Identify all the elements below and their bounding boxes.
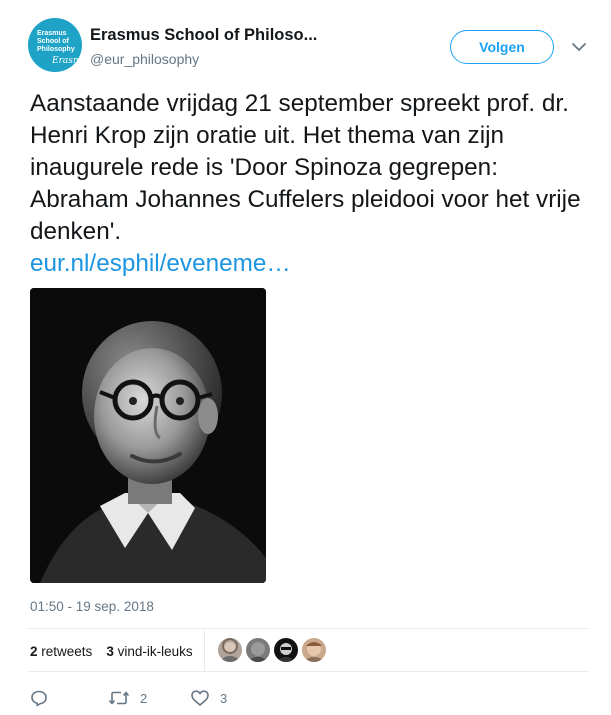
reply-icon: [31, 690, 47, 707]
retweets-label: retweets: [41, 644, 93, 659]
retweet-count: 2: [140, 690, 148, 706]
display-name[interactable]: Erasmus School of Philoso...: [90, 26, 317, 45]
likes-label: vind-ik-leuks: [117, 644, 193, 659]
tweet-stats: 2 retweets 3 vind-ik-leuks: [30, 644, 193, 659]
avatar-signature-logo: Erasmus: [52, 56, 82, 66]
avatar-text-line: School of: [37, 38, 69, 45]
retweet-button[interactable]: 2: [108, 689, 147, 707]
avatar-text-line: Philosophy: [37, 46, 75, 53]
retweets-stat[interactable]: 2 retweets: [30, 644, 92, 659]
liker-avatar[interactable]: [218, 638, 242, 662]
heart-icon: [191, 690, 209, 706]
follow-button[interactable]: Volgen: [450, 30, 554, 64]
like-button[interactable]: 3: [190, 689, 227, 707]
liker-avatar[interactable]: [246, 638, 270, 662]
tweet-body: Aanstaande vrijdag 21 september spreekt …: [30, 90, 581, 245]
divider: [28, 671, 589, 672]
tweet-link[interactable]: eur.nl/esphil/eveneme…: [30, 248, 291, 280]
stats-separator: [204, 629, 205, 671]
account-handle[interactable]: @eur_philosophy: [90, 51, 199, 67]
account-avatar[interactable]: Erasmus School of Philosophy Erasmus: [28, 18, 82, 72]
retweet-icon: [108, 691, 130, 705]
tweet-text: Aanstaande vrijdag 21 september spreekt …: [30, 88, 590, 280]
liker-avatar[interactable]: [302, 638, 326, 662]
like-count: 3: [220, 690, 228, 706]
chevron-down-icon[interactable]: [570, 38, 588, 56]
avatar-text-line: Erasmus: [37, 30, 67, 37]
likes-stat[interactable]: 3 vind-ik-leuks: [106, 644, 192, 659]
portrait-image: [30, 288, 266, 583]
reply-button[interactable]: [30, 689, 48, 707]
retweets-count: 2: [30, 644, 38, 659]
likes-count: 3: [106, 644, 114, 659]
tweet-photo[interactable]: [30, 288, 266, 583]
tweet-timestamp[interactable]: 01:50 - 19 sep. 2018: [30, 599, 154, 614]
liker-avatar[interactable]: [274, 638, 298, 662]
divider: [28, 628, 589, 629]
